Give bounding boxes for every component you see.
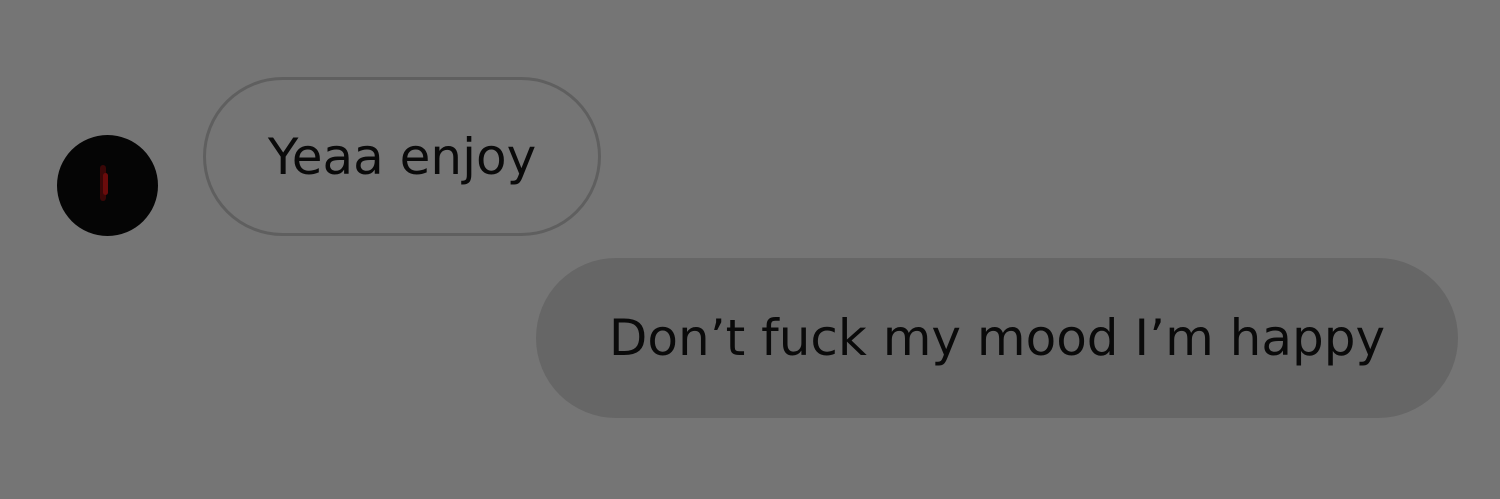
contact-avatar[interactable] <box>57 135 158 236</box>
incoming-message-text: Yeaa enjoy <box>267 127 537 186</box>
avatar-image-accent <box>103 173 108 195</box>
incoming-message-bubble[interactable]: Yeaa enjoy <box>203 77 601 236</box>
outgoing-message-text: Don’t fuck my mood I’m happy <box>608 309 1386 367</box>
outgoing-message-bubble[interactable]: Don’t fuck my mood I’m happy <box>536 258 1458 418</box>
message-thread: Yeaa enjoy Don’t fuck my mood I’m happy <box>0 0 1500 499</box>
